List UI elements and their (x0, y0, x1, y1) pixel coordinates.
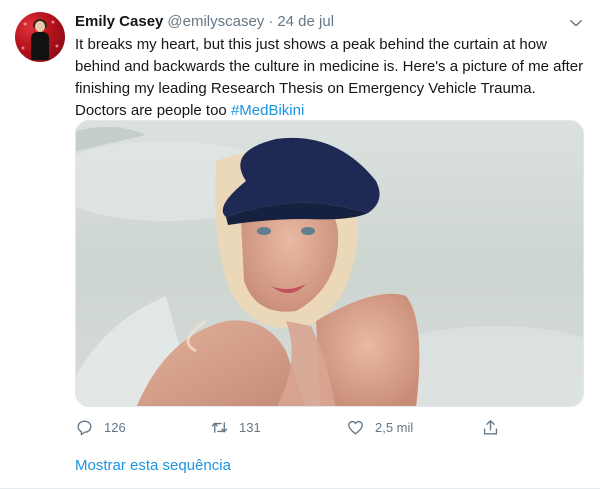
avatar-body (31, 32, 49, 60)
tweet-date[interactable]: 24 de jul (277, 13, 334, 30)
tweet-text: It breaks my heart, but this just shows … (75, 34, 590, 122)
tweet-actions: 126 131 2,5 mil (75, 415, 515, 439)
retweet-button[interactable]: 131 (210, 415, 261, 439)
retweet-count: 131 (239, 419, 261, 435)
tweet[interactable]: Emily Casey @emilyscasey · 24 de jul It bre… (0, 0, 600, 489)
reply-button[interactable]: 126 (75, 415, 126, 439)
photo-image (76, 121, 583, 406)
author-handle[interactable]: @emilyscasey (167, 13, 264, 30)
author-name[interactable]: Emily Casey (75, 13, 163, 30)
share-icon (483, 419, 498, 435)
like-button[interactable]: 2,5 mil (346, 415, 413, 439)
more-options-caret[interactable] (567, 14, 585, 32)
separator-dot: · (268, 13, 274, 30)
retweet-icon (211, 421, 228, 433)
avatar[interactable] (15, 12, 65, 62)
avatar-head (35, 21, 45, 32)
reply-icon (77, 419, 92, 435)
hashtag-link[interactable]: #MedBikini (231, 102, 304, 119)
chevron-down-icon (570, 20, 582, 27)
heart-icon (348, 420, 363, 435)
reply-count: 126 (104, 419, 126, 435)
tweet-text-content: It breaks my heart, but this just shows … (75, 36, 584, 119)
share-button[interactable] (481, 415, 500, 439)
tweet-header: Emily Casey @emilyscasey · 24 de jul (75, 12, 334, 32)
show-thread-link[interactable]: Mostrar esta sequência (75, 457, 231, 475)
like-count: 2,5 mil (375, 419, 414, 435)
tweet-media-photo[interactable] (75, 120, 584, 407)
